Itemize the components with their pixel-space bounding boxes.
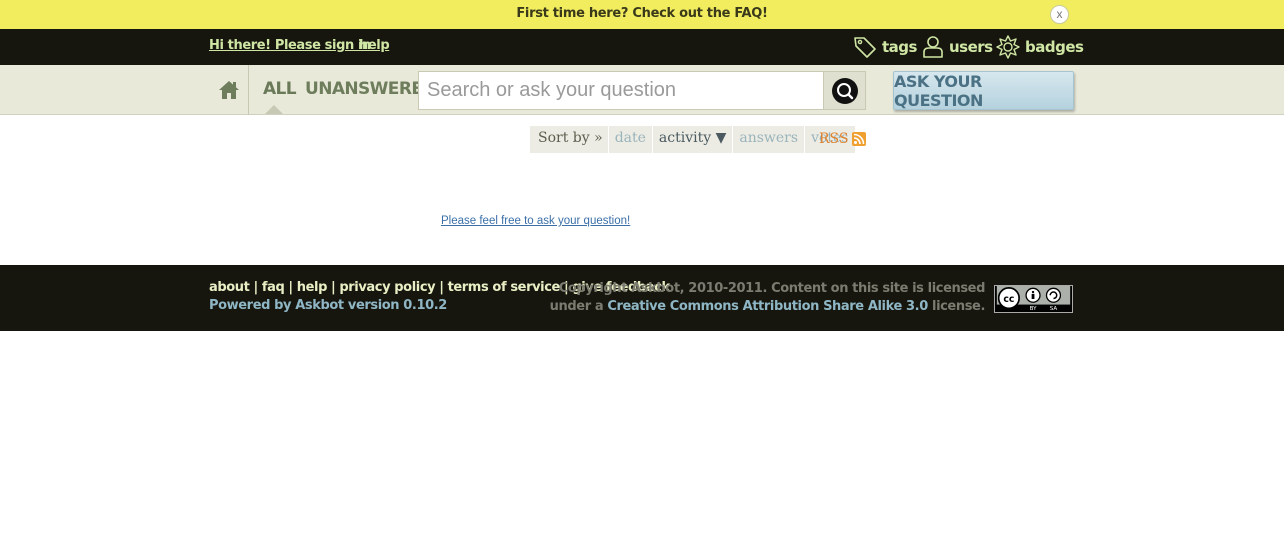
powered-by: Powered by Askbot version 0.10.2 bbox=[209, 298, 447, 313]
sort-bar: Sort by » date activity ▼ answers votes bbox=[530, 126, 855, 153]
nav-users-label: users bbox=[949, 38, 993, 56]
ask-question-prompt-link[interactable]: Please feel free to ask your question! bbox=[441, 215, 630, 227]
sort-activity[interactable]: activity ▼ bbox=[651, 126, 732, 153]
footer-about-link[interactable]: about bbox=[209, 280, 250, 295]
nav-tags-label: tags bbox=[882, 38, 917, 56]
footer-separator: | bbox=[439, 280, 444, 295]
footer-separator: | bbox=[288, 280, 293, 295]
copyright-prefix: under a bbox=[549, 299, 604, 314]
copyright-notice: Copyright Askbot, 2010-2011. Content on … bbox=[549, 280, 986, 316]
home-icon bbox=[219, 81, 239, 99]
sort-label: Sort by » bbox=[538, 130, 603, 146]
cc-sa-label: SA bbox=[1050, 306, 1058, 312]
footer-separator: | bbox=[253, 280, 258, 295]
copyright-suffix: license. bbox=[932, 299, 985, 314]
badge-icon bbox=[996, 35, 1020, 59]
scope-unanswered-tab[interactable]: UNANSWERED bbox=[305, 79, 436, 99]
search-button[interactable] bbox=[823, 72, 865, 109]
active-scope-indicator bbox=[265, 105, 283, 114]
notification-text[interactable]: First time here? Check out the FAQ! bbox=[0, 6, 1284, 21]
sign-in-link[interactable]: Hi there! Please sign in bbox=[209, 38, 371, 53]
rss-link[interactable]: RSS bbox=[819, 131, 848, 147]
help-link[interactable]: help bbox=[359, 38, 390, 53]
nav-users[interactable]: users bbox=[922, 33, 993, 61]
ask-question-button[interactable]: ASK YOUR QUESTION bbox=[893, 71, 1074, 110]
notification-bar: First time here? Check out the FAQ! x bbox=[0, 0, 1284, 29]
copyright-line-1: Copyright Askbot, 2010-2011. Content on … bbox=[558, 281, 986, 296]
search-box bbox=[418, 71, 866, 110]
copyright-line-2: under a Creative Commons Attribution Sha… bbox=[549, 298, 986, 316]
askbot-version-link[interactable]: Powered by Askbot version 0.10.2 bbox=[209, 298, 447, 313]
top-header: Hi there! Please sign in help tags users… bbox=[0, 29, 1284, 65]
footer: about | faq | help | privacy policy | terms of s… bbox=[0, 265, 1284, 331]
secondary-header: ALL UNANSWERED ASK YOUR QUESTION bbox=[0, 65, 1284, 115]
nav-tags[interactable]: tags bbox=[853, 33, 917, 61]
nav-badges[interactable]: badges bbox=[996, 33, 1084, 61]
footer-separator: | bbox=[330, 280, 336, 295]
scope-all-tab[interactable]: ALL bbox=[263, 79, 297, 99]
notification-close-button[interactable]: x bbox=[1050, 5, 1069, 24]
tag-icon bbox=[854, 37, 876, 58]
rss-icon[interactable] bbox=[852, 132, 866, 146]
nav-badges-label: badges bbox=[1025, 38, 1084, 56]
home-button[interactable] bbox=[209, 65, 249, 115]
user-icon bbox=[923, 36, 943, 58]
footer-terms-link[interactable]: terms of service bbox=[448, 280, 561, 295]
cc-by-label: BY bbox=[1030, 306, 1038, 312]
footer-faq-link[interactable]: faq bbox=[262, 280, 285, 295]
footer-privacy-link[interactable]: privacy policy bbox=[339, 280, 435, 295]
sort-date[interactable]: date bbox=[607, 126, 652, 153]
creative-commons-badge-icon[interactable]: cc BY SA bbox=[994, 285, 1073, 313]
sort-answers[interactable]: answers bbox=[732, 126, 804, 153]
license-link[interactable]: Creative Commons Attribution Share Alike… bbox=[607, 299, 928, 314]
search-icon bbox=[831, 77, 858, 104]
svg-text:cc: cc bbox=[1003, 294, 1014, 305]
footer-help-link[interactable]: help bbox=[297, 280, 328, 295]
divider bbox=[248, 65, 249, 115]
search-input[interactable] bbox=[419, 72, 823, 109]
